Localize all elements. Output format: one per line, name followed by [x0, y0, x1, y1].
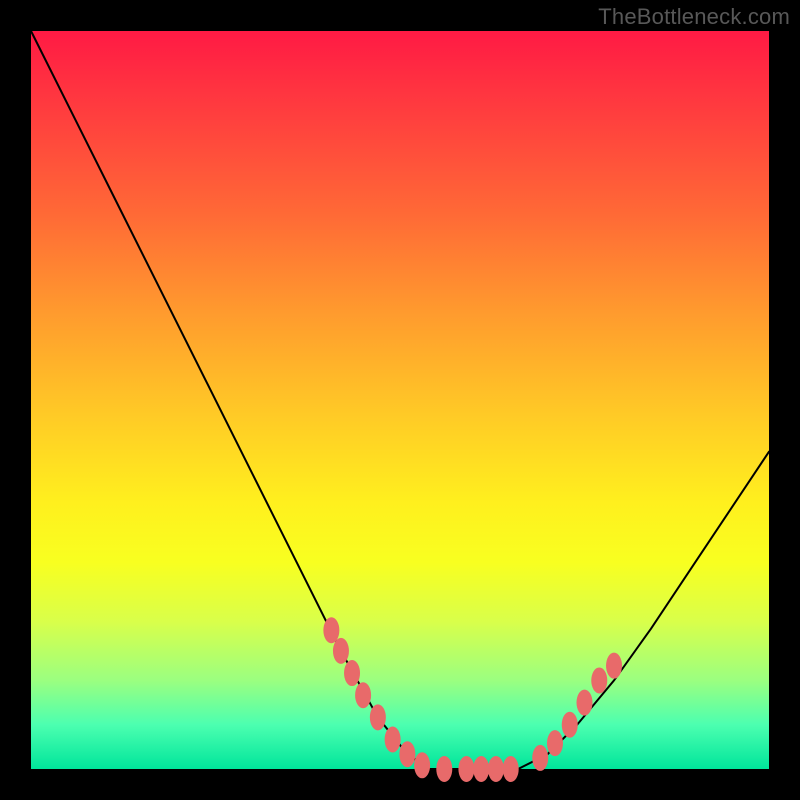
- marker: [591, 667, 607, 693]
- marker: [344, 660, 360, 686]
- markers-layer: [323, 617, 622, 782]
- marker: [503, 756, 519, 782]
- marker: [488, 756, 504, 782]
- marker: [385, 726, 401, 752]
- marker: [532, 745, 548, 771]
- chart-frame: TheBottleneck.com: [0, 0, 800, 800]
- marker: [436, 756, 452, 782]
- marker: [458, 756, 474, 782]
- marker: [323, 617, 339, 643]
- marker: [606, 653, 622, 679]
- curve-right-curve: [518, 452, 769, 769]
- marker: [355, 682, 371, 708]
- marker: [370, 704, 386, 730]
- marker: [414, 752, 430, 778]
- lines-layer: [31, 31, 769, 769]
- marker: [562, 712, 578, 738]
- curve-left-curve: [31, 31, 430, 769]
- marker: [333, 638, 349, 664]
- marker: [399, 741, 415, 767]
- marker: [577, 690, 593, 716]
- plot-area: [31, 31, 769, 769]
- marker: [547, 730, 563, 756]
- watermark-text: TheBottleneck.com: [598, 4, 790, 30]
- chart-svg: [31, 31, 769, 769]
- marker: [473, 756, 489, 782]
